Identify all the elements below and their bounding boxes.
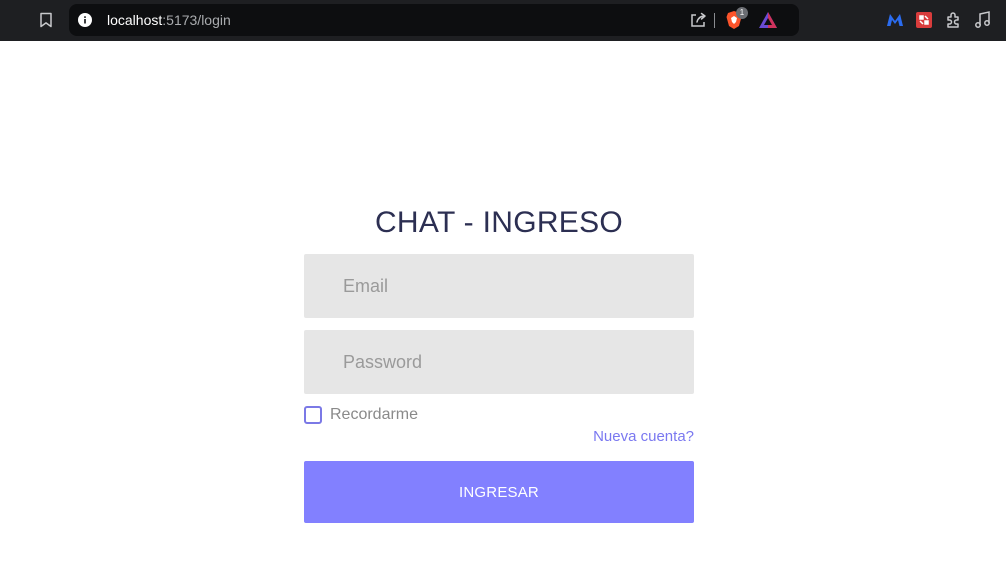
- extensions-puzzle-icon[interactable]: [944, 10, 964, 30]
- password-field[interactable]: [304, 330, 694, 394]
- bookmark-icon[interactable]: [34, 8, 58, 32]
- remember-me-label: Recordarme: [330, 406, 419, 423]
- malwarebytes-icon[interactable]: [885, 10, 905, 30]
- page-title: CHAT - INGRESO: [374, 206, 624, 239]
- browser-toolbar: localhost:5173/login 1: [0, 0, 1006, 41]
- brave-rewards-icon[interactable]: [758, 11, 778, 29]
- site-info-icon[interactable]: [78, 13, 92, 27]
- brave-shields-badge: 1: [736, 7, 748, 19]
- toolbar-separator: [714, 13, 715, 28]
- new-account-link[interactable]: Nueva cuenta?: [504, 428, 694, 445]
- address-bar[interactable]: localhost:5173/login 1: [69, 4, 799, 36]
- extension-red-icon[interactable]: [914, 10, 934, 30]
- remember-me-checkbox[interactable]: [304, 406, 322, 424]
- email-field[interactable]: [304, 254, 694, 318]
- url-text[interactable]: localhost:5173/login: [107, 12, 231, 28]
- media-controls-icon[interactable]: [973, 10, 993, 30]
- remember-me-row[interactable]: Recordarme: [304, 406, 418, 424]
- login-button[interactable]: INGRESAR: [304, 461, 694, 523]
- share-icon[interactable]: [689, 11, 707, 29]
- url-host: localhost: [107, 12, 163, 28]
- url-path: :5173/login: [162, 12, 231, 28]
